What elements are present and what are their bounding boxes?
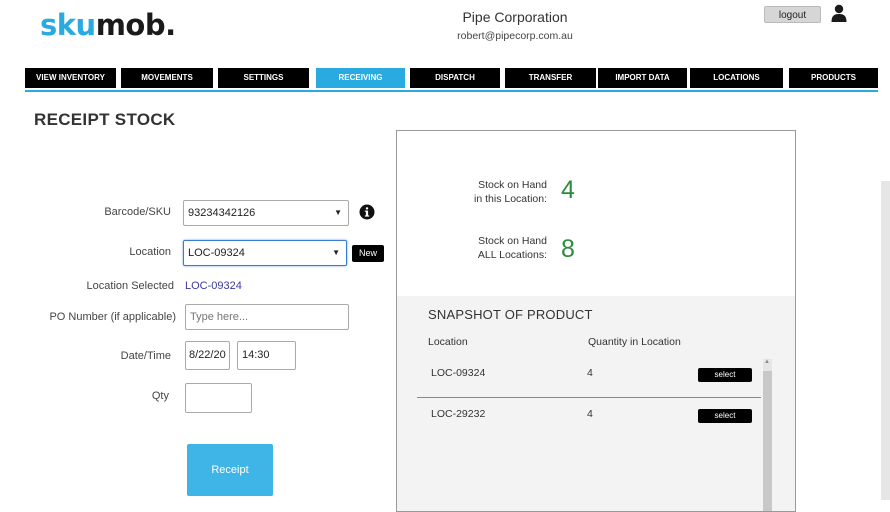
main-nav: VIEW INVENTORY MOVEMENTS SETTINGS RECEIV…: [25, 68, 878, 92]
nav-import-data[interactable]: IMPORT DATA: [598, 68, 687, 88]
chevron-down-icon: ▼: [332, 248, 340, 257]
row-location: LOC-29232: [431, 408, 486, 420]
po-number-label: PO Number (if applicable): [49, 311, 176, 323]
new-location-button[interactable]: New: [352, 245, 384, 262]
date-input[interactable]: 8/22/20: [185, 341, 230, 370]
location-select[interactable]: LOC-09324 ▼: [183, 240, 347, 266]
info-icon[interactable]: [359, 204, 375, 220]
row-qty: 4: [587, 408, 593, 420]
barcode-select[interactable]: 93234342126 ▼: [183, 200, 349, 226]
stock-location-label-line1: Stock on Hand: [478, 179, 547, 191]
company-name: Pipe Corporation: [462, 9, 568, 25]
po-number-input[interactable]: [185, 304, 349, 330]
snapshot-title: SNAPSHOT OF PRODUCT: [428, 307, 593, 322]
logo[interactable]: skumob.: [40, 8, 176, 42]
logo-sku: sku: [40, 8, 96, 42]
datetime-label: Date/Time: [120, 350, 171, 362]
time-input[interactable]: 14:30: [237, 341, 296, 370]
stock-location-value: 4: [561, 176, 575, 204]
chevron-down-icon: ▼: [334, 208, 342, 217]
location-label: Location: [129, 246, 171, 258]
col-location-header: Location: [428, 336, 468, 348]
col-qty-header: Quantity in Location: [588, 336, 681, 348]
nav-transfer[interactable]: TRANSFER: [505, 68, 596, 88]
row-divider: [417, 397, 761, 398]
scrollbar-thumb[interactable]: [763, 371, 772, 511]
stock-location-label: Stock on Hand in this Location:: [457, 178, 547, 206]
stock-all-value: 8: [561, 235, 575, 263]
nav-locations[interactable]: LOCATIONS: [690, 68, 783, 88]
user-email: robert@pipecorp.com.au: [457, 30, 573, 42]
scroll-up-icon[interactable]: ▲: [764, 359, 770, 365]
row-location: LOC-09324: [431, 367, 486, 379]
nav-products[interactable]: PRODUCTS: [789, 68, 878, 88]
location-selected-label: Location Selected: [86, 280, 174, 292]
snapshot-section: [397, 296, 795, 511]
qty-input[interactable]: [185, 383, 252, 413]
stock-all-label-line2: ALL Locations:: [477, 249, 547, 261]
nav-dispatch[interactable]: DISPATCH: [410, 68, 500, 88]
location-selected-value: LOC-09324: [185, 280, 242, 292]
stock-location-label-line2: in this Location:: [474, 193, 547, 205]
nav-movements[interactable]: MOVEMENTS: [121, 68, 213, 88]
page-scrollbar[interactable]: [881, 181, 890, 500]
stock-panel: Stock on Hand in this Location: 4 Stock …: [396, 130, 796, 512]
user-icon[interactable]: [831, 4, 847, 22]
select-row-button[interactable]: select: [698, 409, 752, 423]
qty-label: Qty: [151, 390, 169, 402]
select-row-button[interactable]: select: [698, 368, 752, 382]
nav-view-inventory[interactable]: VIEW INVENTORY: [25, 68, 116, 88]
receipt-button[interactable]: Receipt: [187, 444, 273, 496]
nav-receiving[interactable]: RECEIVING: [316, 68, 405, 88]
logout-button[interactable]: logout: [764, 6, 821, 23]
stock-all-label: Stock on Hand ALL Locations:: [457, 234, 547, 262]
barcode-label: Barcode/SKU: [104, 206, 171, 218]
nav-settings[interactable]: SETTINGS: [218, 68, 309, 88]
page-title: RECEIPT STOCK: [34, 110, 176, 129]
location-value: LOC-09324: [188, 247, 245, 259]
row-qty: 4: [587, 367, 593, 379]
barcode-value: 93234342126: [188, 207, 256, 219]
stock-all-label-line1: Stock on Hand: [478, 235, 547, 247]
logo-mob: mob.: [95, 8, 176, 42]
